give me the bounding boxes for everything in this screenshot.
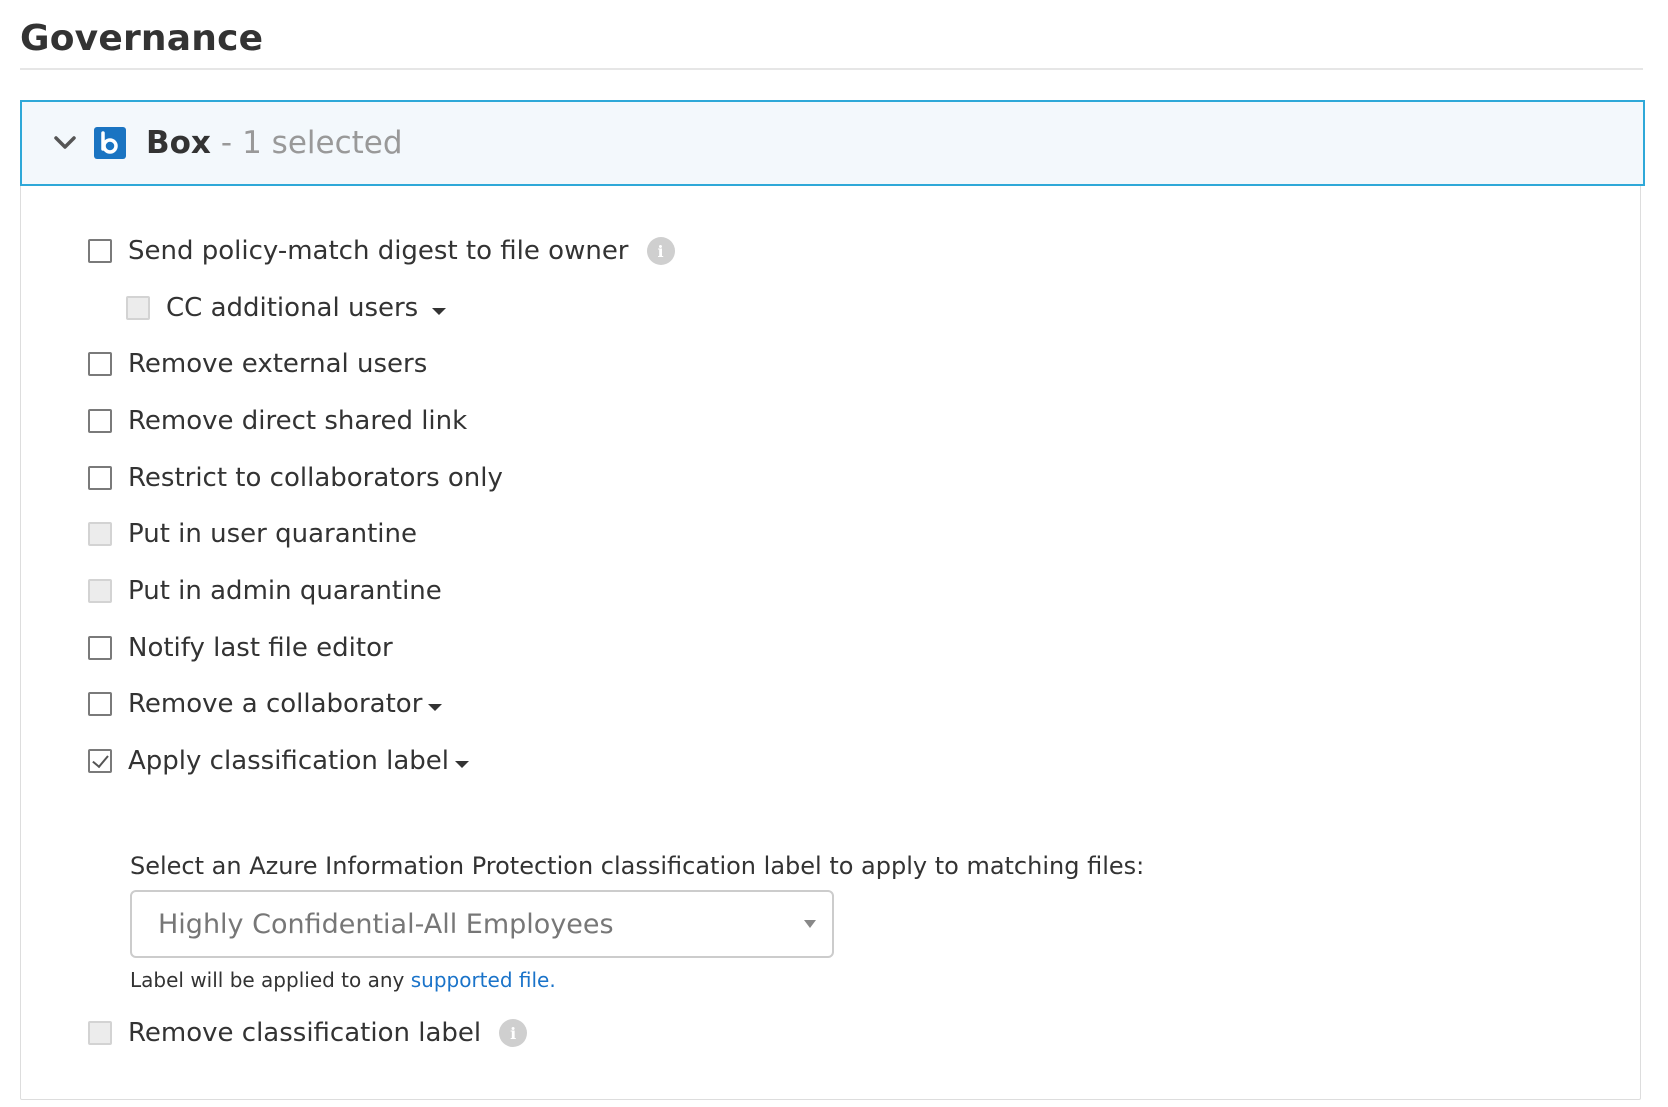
info-icon[interactable]: i [499,1019,528,1047]
remove-classification-label-label: Remove classification label [128,1018,482,1048]
caret-down-icon[interactable] [432,307,447,315]
cc-additional-users-checkbox[interactable] [126,296,150,320]
admin-quarantine-checkbox[interactable] [88,579,112,603]
option-remove-classification-label[interactable]: Remove classification label i [88,1013,528,1053]
header-separator: - [220,125,233,161]
option-cc-additional-users[interactable]: CC additional users [126,288,447,328]
dropdown-arrow-icon [804,920,816,928]
cc-additional-users-label: CC additional users [166,293,419,323]
apply-classification-label-checkbox[interactable] [88,749,112,773]
user-quarantine-label: Put in user quarantine [128,519,418,549]
classification-help-text: Label will be applied to any supported f… [130,968,556,992]
send-digest-checkbox[interactable] [88,239,112,263]
classification-label-select[interactable]: Highly Confidential-All Employees [130,890,834,958]
info-icon[interactable]: i [646,237,675,265]
chevron-down-icon[interactable] [50,128,80,158]
option-remove-direct-shared-link[interactable]: Remove direct shared link [88,401,467,441]
option-notify-last-editor[interactable]: Notify last file editor [88,628,393,668]
restrict-to-collaborators-checkbox[interactable] [88,466,112,490]
classification-selected-value: Highly Confidential-All Employees [158,908,614,940]
caret-down-icon[interactable] [455,760,469,768]
app-name: Box [146,125,211,161]
apply-classification-label-label: Apply classification label [128,746,449,776]
option-remove-external-users[interactable]: Remove external users [88,344,427,384]
remove-classification-label-checkbox[interactable] [88,1021,112,1045]
remove-external-users-checkbox[interactable] [88,352,112,376]
help-text-prefix: Label will be applied to any [130,968,411,992]
box-panel-header[interactable]: Box - 1 selected [20,100,1645,186]
send-digest-label: Send policy-match digest to file owner [128,236,629,266]
remove-collaborator-checkbox[interactable] [88,692,112,716]
option-admin-quarantine[interactable]: Put in admin quarantine [88,571,442,611]
option-remove-collaborator[interactable]: Remove a collaborator [88,684,443,724]
restrict-to-collaborators-label: Restrict to collaborators only [128,463,503,493]
classification-prompt: Select an Azure Information Protection c… [130,852,1145,880]
option-restrict-to-collaborators[interactable]: Restrict to collaborators only [88,458,503,498]
governance-page: Governance Box - 1 selected Send policy-… [0,0,1668,1107]
user-quarantine-checkbox[interactable] [88,522,112,546]
title-divider [20,68,1643,70]
remove-external-users-label: Remove external users [128,349,428,379]
option-user-quarantine[interactable]: Put in user quarantine [88,514,417,554]
box-logo-icon [94,127,126,159]
notify-last-editor-label: Notify last file editor [128,633,393,663]
supported-file-link[interactable]: supported file. [411,968,556,992]
remove-direct-shared-link-label: Remove direct shared link [128,406,468,436]
remove-collaborator-label: Remove a collaborator [128,689,423,719]
selected-count: 1 selected [242,125,403,161]
notify-last-editor-checkbox[interactable] [88,636,112,660]
option-send-digest[interactable]: Send policy-match digest to file owner i [88,231,675,271]
section-title: Governance [20,18,264,59]
remove-direct-shared-link-checkbox[interactable] [88,409,112,433]
option-apply-classification-label[interactable]: Apply classification label [88,741,469,781]
admin-quarantine-label: Put in admin quarantine [128,576,442,606]
caret-down-icon[interactable] [428,703,443,711]
